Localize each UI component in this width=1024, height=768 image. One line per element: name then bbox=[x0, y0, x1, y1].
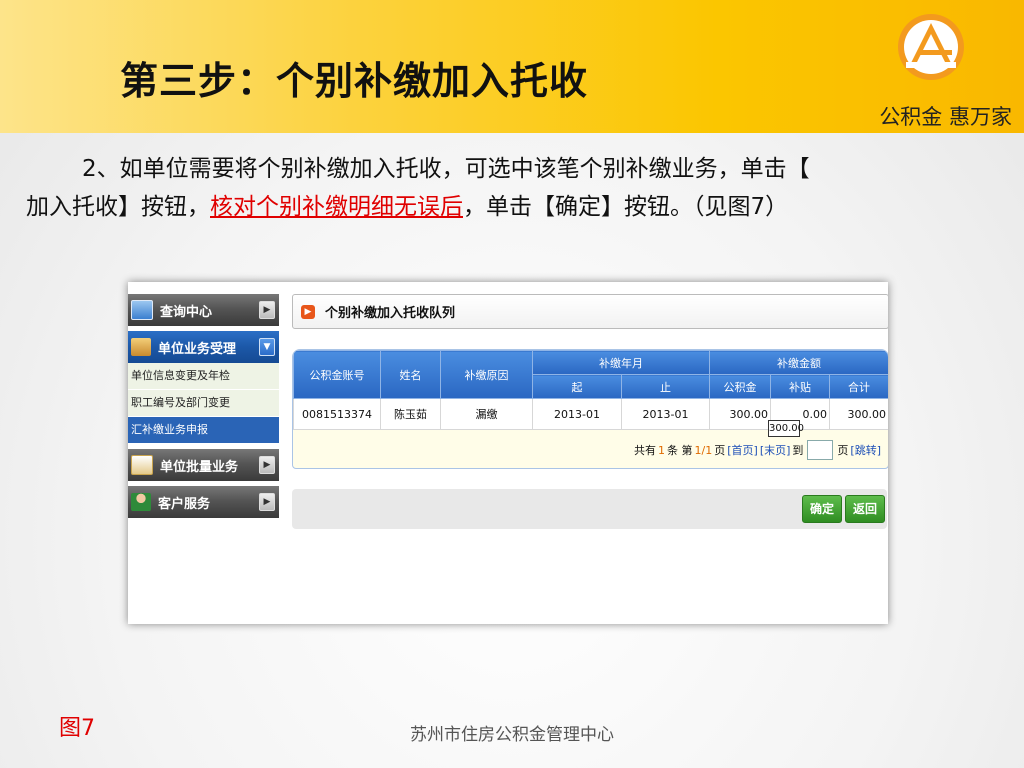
header-reason: 补缴原因 bbox=[440, 350, 533, 399]
sidebar-item-label: 单位业务受理 bbox=[158, 341, 237, 357]
person-icon bbox=[131, 493, 151, 511]
chevron-right-icon[interactable]: ▶ bbox=[259, 301, 275, 319]
page-number-input[interactable] bbox=[807, 440, 834, 460]
sidebar-item-label: 客户服务 bbox=[158, 496, 211, 512]
pager-text-page: 条 第 bbox=[667, 444, 693, 457]
first-page-link[interactable]: [首页] bbox=[727, 442, 758, 458]
jump-link[interactable]: [跳转] bbox=[850, 442, 881, 458]
value-tooltip: 300.00 bbox=[768, 420, 804, 437]
sidebar-item-unit-business[interactable]: 单位业务受理 ▼ bbox=[128, 331, 279, 363]
last-page-link[interactable]: [末页] bbox=[760, 442, 791, 458]
briefcase-icon bbox=[131, 338, 151, 356]
cell-account: 0081513374 bbox=[293, 398, 381, 430]
panel-title: 个别补缴加入托收队列 bbox=[325, 306, 456, 321]
instruction-part-a: 加入托收】按钮， bbox=[26, 194, 210, 220]
slogan: 公积金 惠万家 bbox=[879, 105, 1012, 129]
header-total: 合计 bbox=[829, 374, 888, 399]
instruction-highlight: 核对个别补缴明细无误后 bbox=[210, 194, 463, 220]
back-button[interactable]: 返回 bbox=[845, 495, 886, 523]
pager-text-page-unit: 页 bbox=[837, 444, 849, 457]
queue-table: 公积金账号 姓名 补缴原因 补缴年月 补缴金额 起 止 公积金 补贴 合计 00… bbox=[293, 350, 888, 430]
cell-fund: 300.00 bbox=[709, 398, 771, 430]
instruction-part-b: ，单击【确定】按钮。（见图7） bbox=[463, 194, 789, 220]
slide-title: 第三步：个别补缴加入托收 bbox=[120, 59, 589, 103]
header-amount: 补缴金额 bbox=[709, 350, 888, 375]
pager-text-to: 到 bbox=[792, 444, 804, 457]
sidebar-item-batch-business[interactable]: 单位批量业务 ▶ bbox=[128, 449, 279, 481]
instruction-line-1: 2、如单位需要将个别补缴加入托收，可选中该笔个别补缴业务，单击【 bbox=[82, 156, 810, 182]
sidebar: 查询中心 ▶ 单位业务受理 ▼ 单位信息变更及年检 职工编号及部门变更 汇补缴业… bbox=[128, 294, 279, 523]
submenu: 单位信息变更及年检 职工编号及部门变更 汇补缴业务申报 bbox=[128, 363, 279, 444]
submenu-item-info-change[interactable]: 单位信息变更及年检 bbox=[128, 363, 279, 390]
cell-total: 300.00 bbox=[829, 398, 888, 430]
pager-count: 1 bbox=[658, 443, 666, 457]
sidebar-item-customer-service[interactable]: 客户服务 ▶ bbox=[128, 486, 279, 518]
pagination: 共有 1 条 第 1/1 页 [首页] [末页] 到 页 [跳转] bbox=[292, 438, 881, 462]
app-screenshot: 查询中心 ▶ 单位业务受理 ▼ 单位信息变更及年检 职工编号及部门变更 汇补缴业… bbox=[128, 282, 888, 624]
cell-reason: 漏缴 bbox=[440, 398, 533, 430]
slide-header: 第三步：个别补缴加入托收 公积金 惠万家 bbox=[0, 0, 1024, 133]
sidebar-item-label: 单位批量业务 bbox=[160, 459, 239, 475]
document-icon bbox=[131, 455, 153, 475]
play-icon: ▶ bbox=[301, 304, 315, 319]
figure-label: 图7 bbox=[59, 716, 95, 741]
sidebar-item-label: 查询中心 bbox=[160, 304, 213, 320]
header-name: 姓名 bbox=[380, 350, 441, 399]
header-period: 补缴年月 bbox=[532, 350, 710, 375]
submenu-item-supplementary[interactable]: 汇补缴业务申报 bbox=[128, 417, 279, 444]
pager-current: 1/1 bbox=[694, 443, 713, 457]
monitor-icon bbox=[131, 300, 153, 320]
header-account: 公积金账号 bbox=[293, 350, 381, 399]
footer-organization: 苏州市住房公积金管理中心 bbox=[410, 725, 614, 745]
logo-icon bbox=[898, 14, 964, 80]
header-to: 止 bbox=[621, 374, 710, 399]
confirm-button[interactable]: 确定 bbox=[802, 495, 843, 523]
submenu-item-staff-change[interactable]: 职工编号及部门变更 bbox=[128, 390, 279, 417]
pager-text-suffix: 页 bbox=[714, 444, 726, 457]
chevron-right-icon[interactable]: ▶ bbox=[259, 493, 275, 511]
sidebar-item-query-center[interactable]: 查询中心 ▶ bbox=[128, 294, 279, 326]
header-from: 起 bbox=[532, 374, 622, 399]
instruction-text: 2、如单位需要将个别补缴加入托收，可选中该笔个别补缴业务，单击【 加入托收】按钮… bbox=[26, 150, 998, 226]
pager-text-total: 共有 bbox=[634, 444, 657, 457]
cell-from: 2013-01 bbox=[532, 398, 622, 430]
cell-name: 陈玉茹 bbox=[380, 398, 441, 430]
chevron-down-icon[interactable]: ▼ bbox=[259, 338, 275, 356]
panel-title-bar: ▶ 个别补缴加入托收队列 bbox=[292, 294, 888, 329]
header-subsidy: 补贴 bbox=[770, 374, 830, 399]
action-bar: 确定 返回 bbox=[292, 489, 887, 529]
header-fund: 公积金 bbox=[709, 374, 771, 399]
chevron-right-icon[interactable]: ▶ bbox=[259, 456, 275, 474]
instruction-line-2: 加入托收】按钮，核对个别补缴明细无误后，单击【确定】按钮。（见图7） bbox=[26, 188, 998, 226]
cell-to: 2013-01 bbox=[621, 398, 710, 430]
